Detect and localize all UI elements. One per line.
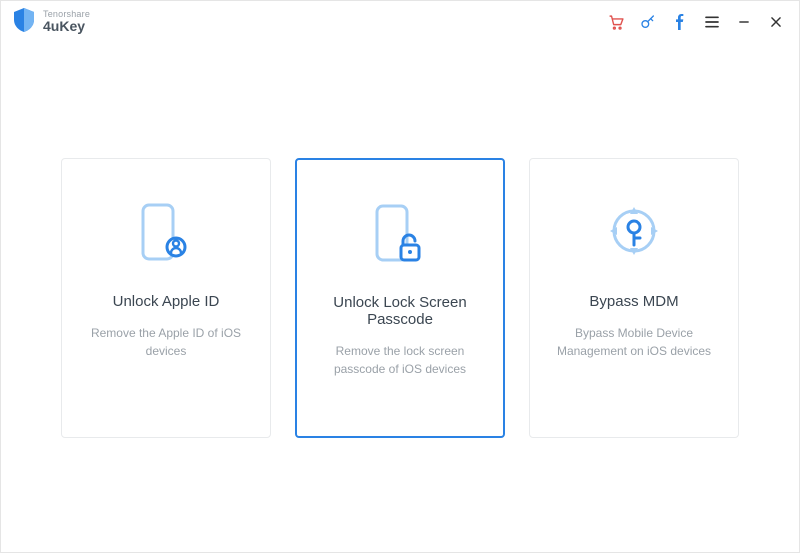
bypass-mdm-icon [599, 195, 669, 265]
titlebar: Tenorshare 4uKey [1, 1, 799, 43]
brand: Tenorshare 4uKey [13, 7, 90, 38]
key-icon[interactable] [639, 13, 657, 31]
card-desc: Remove the lock screen passcode of iOS d… [315, 342, 485, 378]
minimize-button[interactable] [735, 13, 753, 31]
cart-icon[interactable] [607, 13, 625, 31]
card-desc: Bypass Mobile Device Management on iOS d… [548, 324, 720, 360]
facebook-icon[interactable] [671, 13, 689, 31]
unlock-lock-screen-icon [365, 196, 435, 266]
card-unlock-apple-id[interactable]: Unlock Apple ID Remove the Apple ID of i… [61, 158, 271, 438]
card-title: Unlock Lock Screen Passcode [315, 294, 485, 328]
card-desc: Remove the Apple ID of iOS devices [80, 324, 252, 360]
card-title: Bypass MDM [589, 293, 678, 310]
menu-icon[interactable] [703, 13, 721, 31]
card-bypass-mdm[interactable]: Bypass MDM Bypass Mobile Device Manageme… [529, 158, 739, 438]
window-controls [607, 13, 785, 31]
brand-product: 4uKey [43, 19, 90, 34]
unlock-apple-id-icon [131, 195, 201, 265]
card-title: Unlock Apple ID [113, 293, 220, 310]
close-button[interactable] [767, 13, 785, 31]
app-logo-icon [13, 7, 35, 38]
card-unlock-lock-screen[interactable]: Unlock Lock Screen Passcode Remove the l… [295, 158, 505, 438]
main-content: Unlock Apple ID Remove the Apple ID of i… [1, 43, 799, 552]
